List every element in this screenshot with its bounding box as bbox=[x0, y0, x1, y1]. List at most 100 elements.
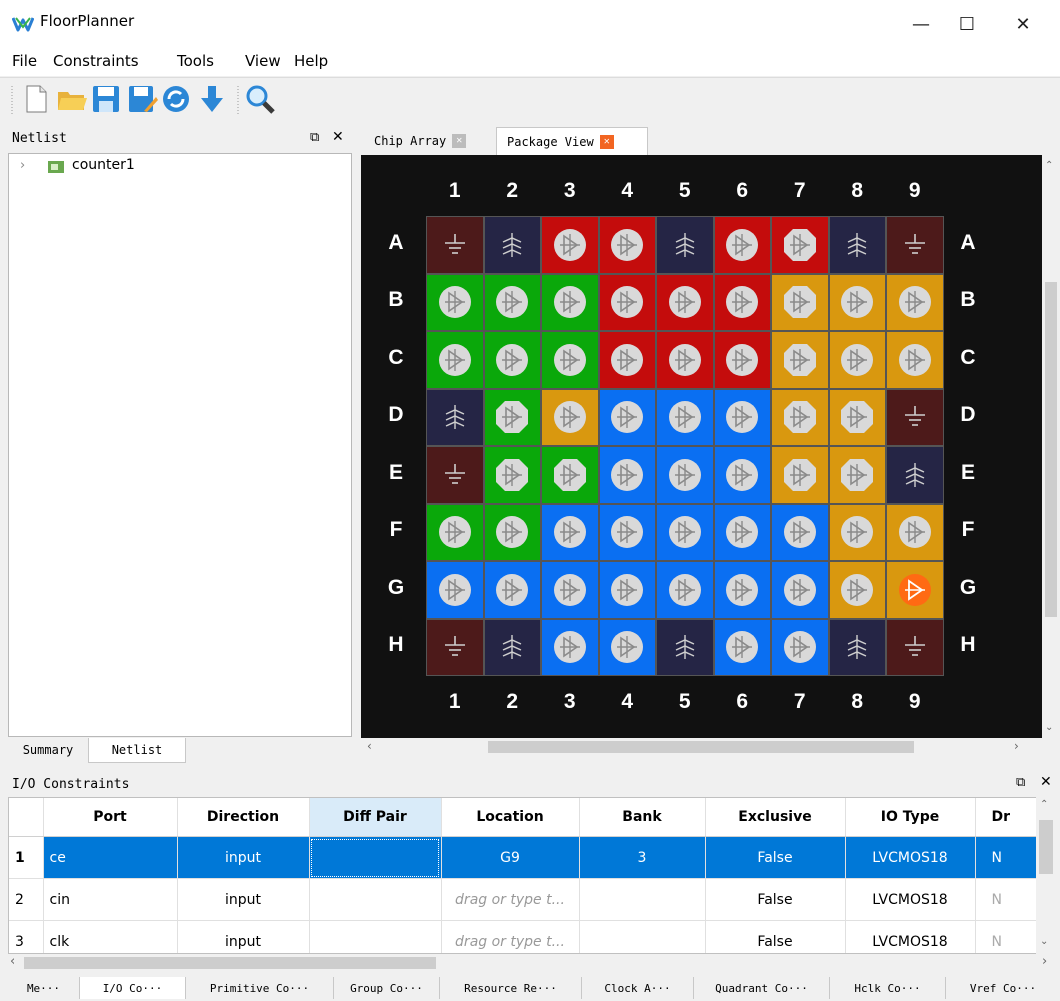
menu-constraints[interactable]: Constraints bbox=[53, 52, 139, 70]
pin-H9[interactable] bbox=[886, 618, 944, 676]
column-header-drive[interactable]: Dr bbox=[975, 798, 1037, 837]
pin-E7[interactable] bbox=[771, 446, 829, 504]
pin-C5[interactable] bbox=[656, 331, 714, 389]
pin-E6[interactable] bbox=[713, 446, 771, 504]
pin-A8[interactable] bbox=[828, 216, 886, 274]
netlist-tree-item[interactable]: counter1 bbox=[72, 157, 135, 173]
scroll-up-arrow-icon[interactable]: ⌃ bbox=[1040, 799, 1048, 810]
cell-drive[interactable]: N bbox=[975, 836, 1037, 879]
cell-diff-pair[interactable] bbox=[309, 878, 442, 921]
pin-D1[interactable] bbox=[426, 388, 484, 446]
pin-A5[interactable] bbox=[656, 216, 714, 274]
pin-C1[interactable] bbox=[426, 331, 484, 389]
open-folder-icon[interactable] bbox=[56, 83, 88, 115]
pin-B3[interactable] bbox=[541, 273, 599, 331]
cell-direction[interactable]: input bbox=[177, 878, 310, 921]
new-file-icon[interactable] bbox=[20, 83, 52, 115]
pin-F6[interactable] bbox=[713, 503, 771, 561]
pin-G7[interactable] bbox=[771, 561, 829, 619]
netlist-tree[interactable] bbox=[8, 153, 352, 737]
cell-direction[interactable]: input bbox=[177, 920, 310, 953]
close-panel-icon[interactable]: ✕ bbox=[1040, 774, 1052, 790]
pin-D7[interactable] bbox=[771, 388, 829, 446]
tab-hclk-constraints[interactable]: Hclk Co··· bbox=[830, 977, 946, 999]
pin-F8[interactable] bbox=[828, 503, 886, 561]
pin-H1[interactable] bbox=[426, 618, 484, 676]
scroll-right-arrow-icon[interactable]: › bbox=[1014, 739, 1019, 753]
pin-E2[interactable] bbox=[483, 446, 541, 504]
cell-direction[interactable]: input bbox=[177, 836, 310, 879]
pin-B2[interactable] bbox=[483, 273, 541, 331]
save-icon[interactable] bbox=[90, 83, 122, 115]
io-constraints-table[interactable]: Port Direction Diff Pair Location Bank E… bbox=[8, 797, 1038, 954]
cell-port[interactable]: clk bbox=[43, 920, 178, 953]
pin-E5[interactable] bbox=[656, 446, 714, 504]
pin-H2[interactable] bbox=[483, 618, 541, 676]
menu-file[interactable]: File bbox=[12, 52, 37, 70]
pin-F9[interactable] bbox=[886, 503, 944, 561]
tab-messages[interactable]: Me··· bbox=[8, 977, 80, 999]
tab-chip-array[interactable]: Chip Array ✕ bbox=[364, 127, 490, 155]
close-button[interactable]: ✕ bbox=[1000, 8, 1046, 40]
cell-io-type[interactable]: LVCMOS18 bbox=[845, 878, 976, 921]
cell-bank[interactable] bbox=[579, 878, 706, 921]
cell-bank[interactable]: 3 bbox=[579, 836, 706, 879]
close-tab-icon[interactable]: ✕ bbox=[599, 134, 614, 149]
tab-primitive-constraints[interactable]: Primitive Co··· bbox=[186, 977, 334, 999]
float-panel-icon[interactable]: ⧉ bbox=[310, 130, 319, 145]
close-tab-icon[interactable]: ✕ bbox=[452, 134, 467, 148]
pin-H5[interactable] bbox=[656, 618, 714, 676]
column-header-direction[interactable]: Direction bbox=[177, 798, 310, 837]
pin-G2[interactable] bbox=[483, 561, 541, 619]
cell-port[interactable]: ce bbox=[43, 836, 178, 879]
pin-F1[interactable] bbox=[426, 503, 484, 561]
pin-H7[interactable] bbox=[771, 618, 829, 676]
column-header-bank[interactable]: Bank bbox=[579, 798, 706, 837]
tab-summary[interactable]: Summary bbox=[8, 738, 88, 762]
cell-exclusive[interactable]: False bbox=[705, 878, 846, 921]
cell-location[interactable]: drag or type t... bbox=[441, 920, 580, 953]
scroll-down-arrow-icon[interactable]: ⌄ bbox=[1045, 722, 1053, 733]
cell-exclusive[interactable]: False bbox=[705, 920, 846, 953]
scroll-left-arrow-icon[interactable]: ‹ bbox=[10, 954, 15, 969]
cell-bank[interactable] bbox=[579, 920, 706, 953]
download-icon[interactable] bbox=[196, 83, 228, 115]
pin-D5[interactable] bbox=[656, 388, 714, 446]
pin-E1[interactable] bbox=[426, 446, 484, 504]
cell-drive[interactable]: N bbox=[975, 920, 1037, 953]
pin-G3[interactable] bbox=[541, 561, 599, 619]
pin-E4[interactable] bbox=[598, 446, 656, 504]
pin-A2[interactable] bbox=[483, 216, 541, 274]
pin-G1[interactable] bbox=[426, 561, 484, 619]
pin-D8[interactable] bbox=[828, 388, 886, 446]
table-row[interactable]: 1 ce input G9 3 False LVCMOS18 N bbox=[9, 836, 1037, 879]
horizontal-scroll-thumb[interactable] bbox=[488, 741, 914, 753]
cell-diff-pair[interactable] bbox=[309, 836, 442, 879]
pin-F3[interactable] bbox=[541, 503, 599, 561]
pin-E3[interactable] bbox=[541, 446, 599, 504]
pin-A6[interactable] bbox=[713, 216, 771, 274]
save-as-icon[interactable] bbox=[126, 83, 158, 115]
pin-E8[interactable] bbox=[828, 446, 886, 504]
menu-help[interactable]: Help bbox=[294, 52, 328, 70]
pin-C9[interactable] bbox=[886, 331, 944, 389]
scroll-left-arrow-icon[interactable]: ‹ bbox=[367, 739, 372, 753]
pin-G6[interactable] bbox=[713, 561, 771, 619]
pin-A3[interactable] bbox=[541, 216, 599, 274]
pin-D2[interactable] bbox=[483, 388, 541, 446]
minimize-button[interactable]: — bbox=[898, 8, 944, 40]
pin-H3[interactable] bbox=[541, 618, 599, 676]
float-panel-icon[interactable]: ⧉ bbox=[1016, 775, 1025, 790]
pin-G5[interactable] bbox=[656, 561, 714, 619]
scroll-right-arrow-icon[interactable]: › bbox=[1042, 954, 1047, 969]
pin-A1[interactable] bbox=[426, 216, 484, 274]
pin-C4[interactable] bbox=[598, 331, 656, 389]
pin-A7[interactable] bbox=[771, 216, 829, 274]
pin-C6[interactable] bbox=[713, 331, 771, 389]
pin-C7[interactable] bbox=[771, 331, 829, 389]
cell-port[interactable]: cin bbox=[43, 878, 178, 921]
pin-F5[interactable] bbox=[656, 503, 714, 561]
column-header-exclusive[interactable]: Exclusive bbox=[705, 798, 846, 837]
pin-C3[interactable] bbox=[541, 331, 599, 389]
refresh-icon[interactable] bbox=[160, 83, 192, 115]
